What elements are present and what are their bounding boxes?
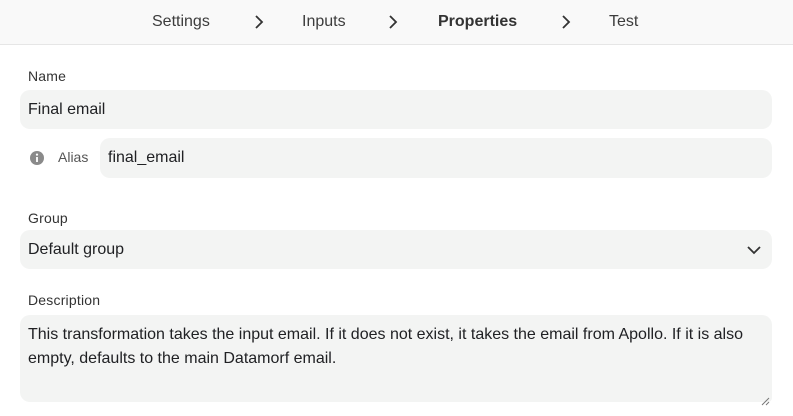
breadcrumb: Settings Inputs Properties Test	[0, 0, 793, 45]
description-label: Description	[28, 292, 101, 308]
alias-input[interactable]: final_email	[100, 138, 772, 178]
name-value: Final email	[28, 100, 106, 118]
group-label: Group	[28, 210, 68, 226]
name-input[interactable]: Final email	[20, 90, 772, 129]
chevron-right-icon	[385, 14, 401, 30]
breadcrumb-item-test[interactable]: Test	[609, 0, 638, 44]
description-value: This transformation takes the input emai…	[28, 326, 743, 367]
chevron-right-icon	[558, 14, 574, 30]
chevron-down-icon	[746, 242, 762, 258]
description-textarea[interactable]: This transformation takes the input emai…	[20, 315, 772, 406]
alias-row: Alias final_email	[20, 138, 772, 178]
group-select[interactable]: Default group	[20, 230, 772, 269]
name-label: Name	[28, 68, 67, 84]
chevron-right-icon	[251, 14, 267, 30]
group-value: Default group	[28, 240, 125, 258]
alias-label: Alias	[58, 149, 89, 165]
info-icon[interactable]	[29, 150, 45, 166]
alias-value: final_email	[108, 149, 185, 166]
breadcrumb-item-properties[interactable]: Properties	[438, 0, 517, 44]
resize-handle-icon[interactable]	[760, 390, 770, 406]
breadcrumb-item-settings[interactable]: Settings	[152, 0, 210, 44]
breadcrumb-item-inputs[interactable]: Inputs	[302, 0, 346, 44]
